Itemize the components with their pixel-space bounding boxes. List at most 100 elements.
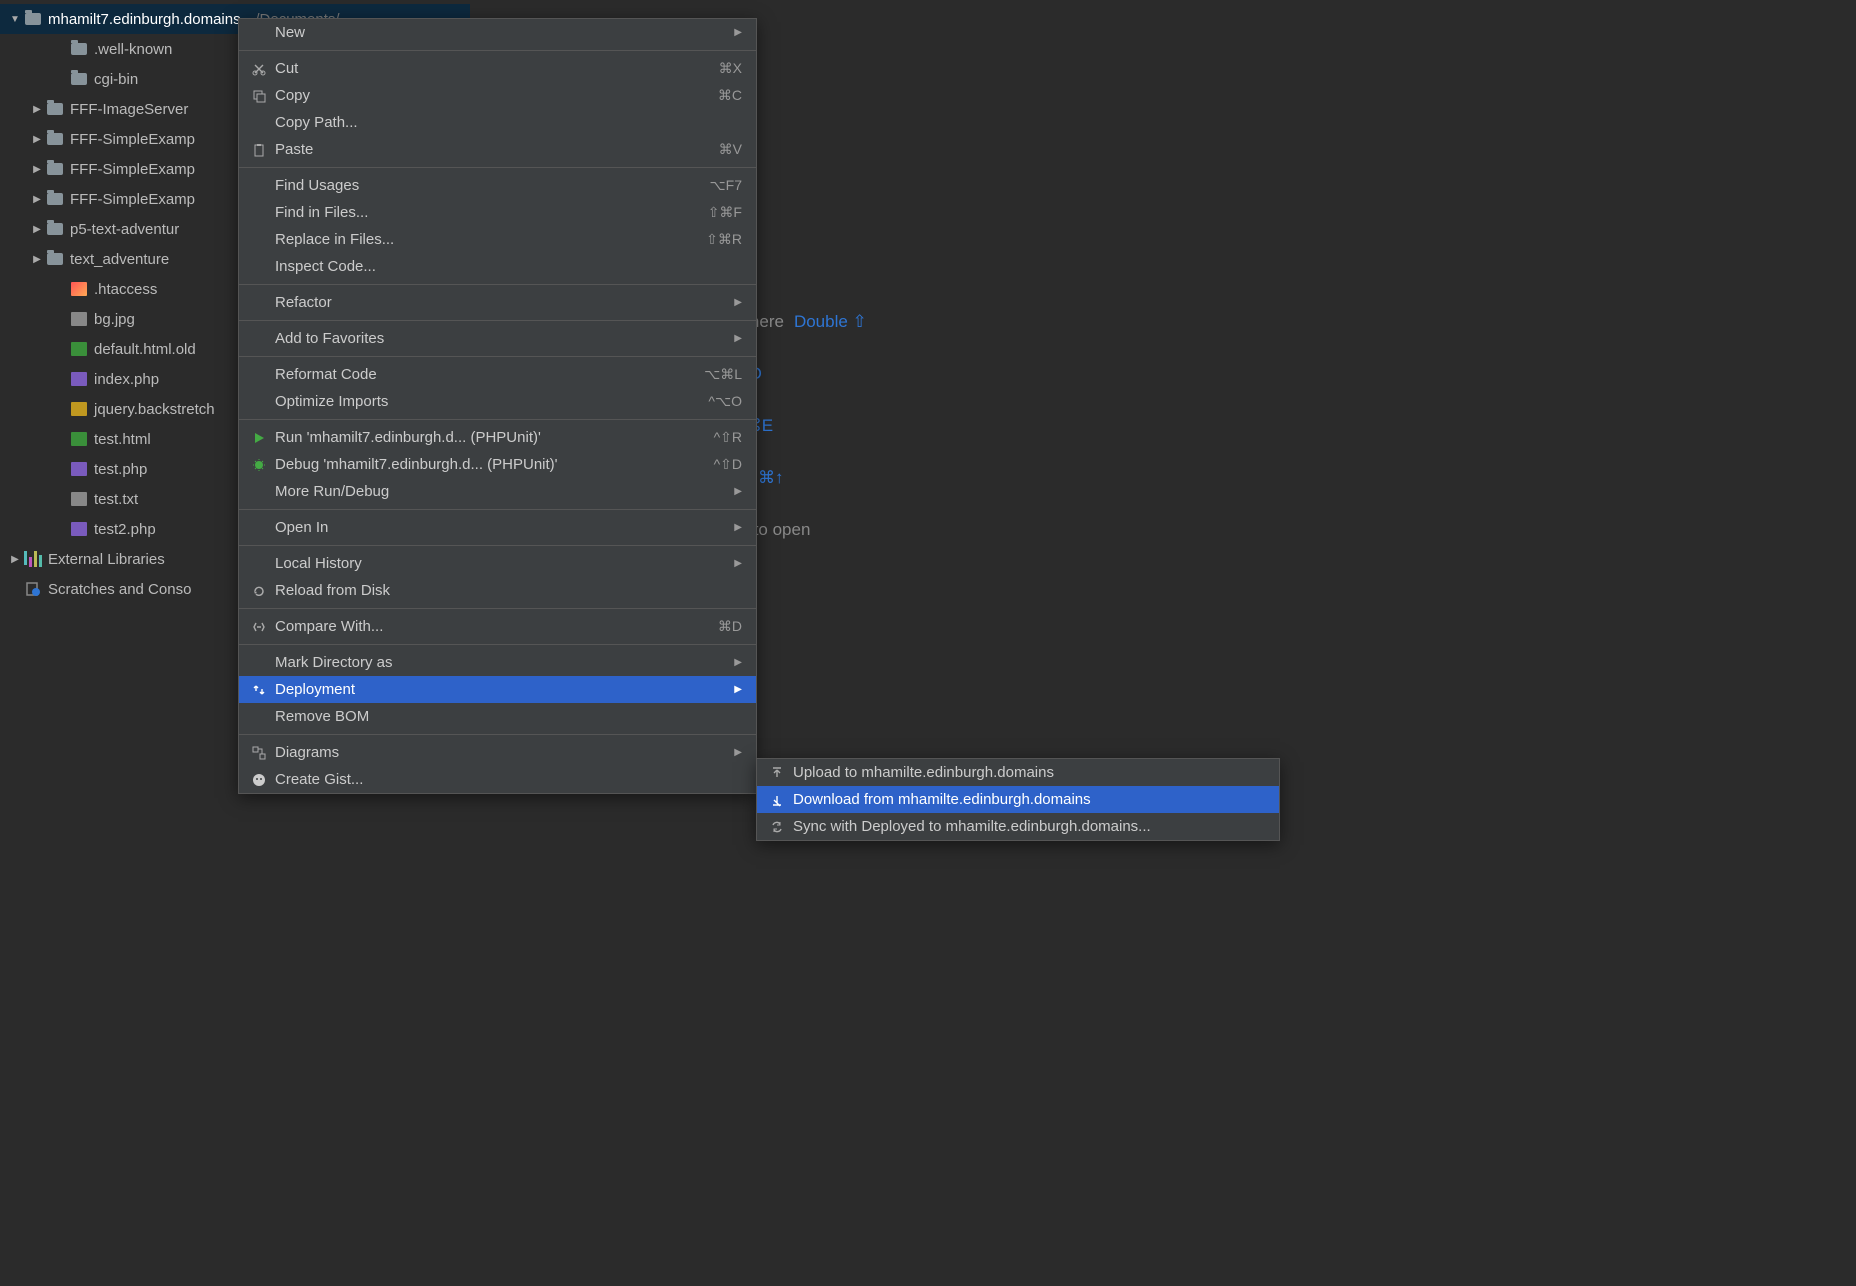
submenu-arrow-icon: ▶ — [734, 747, 742, 758]
menu-item[interactable]: Optimize Imports^⌥O — [239, 388, 756, 415]
menu-item-label: Create Gist... — [275, 771, 742, 788]
menu-shortcut: ^⇧R — [714, 429, 742, 446]
folder-icon — [24, 10, 42, 28]
cut-icon — [249, 62, 269, 76]
menu-shortcut: ⌘X — [719, 60, 742, 77]
menu-item[interactable]: Refactor▶ — [239, 289, 756, 316]
upload-icon — [767, 766, 787, 780]
menu-shortcut: ⇧⌘F — [708, 204, 742, 221]
copy-icon — [249, 89, 269, 103]
menu-item[interactable]: Reformat Code⌥⌘L — [239, 361, 756, 388]
menu-item-label: Paste — [275, 141, 719, 158]
menu-item[interactable]: Cut⌘X — [239, 55, 756, 82]
menu-item[interactable]: Add to Favorites▶ — [239, 325, 756, 352]
menu-item-label: Run 'mhamilt7.edinburgh.d... (PHPUnit)' — [275, 429, 714, 446]
debug-icon — [249, 458, 269, 472]
folder-icon — [46, 100, 64, 118]
file-icon — [70, 400, 88, 418]
context-menu: New▶Cut⌘XCopy⌘CCopy Path...Paste⌘VFind U… — [238, 18, 757, 794]
menu-item[interactable]: Replace in Files...⇧⌘R — [239, 226, 756, 253]
menu-item-label: Mark Directory as — [275, 654, 734, 671]
menu-item-label: Cut — [275, 60, 719, 77]
chevron-right-icon: ▶ — [8, 554, 22, 565]
submenu-item[interactable]: Upload to mhamilte.edinburgh.domains — [757, 759, 1279, 786]
chevron-right-icon: ▶ — [30, 224, 44, 235]
menu-item[interactable]: Compare With...⌘D — [239, 613, 756, 640]
menu-item-label: Reformat Code — [275, 366, 704, 383]
menu-item[interactable]: Find in Files...⇧⌘F — [239, 199, 756, 226]
submenu-arrow-icon: ▶ — [734, 522, 742, 533]
folder-icon — [70, 70, 88, 88]
shortcut: ⌘↑ — [758, 468, 784, 487]
folder-icon — [46, 130, 64, 148]
menu-item[interactable]: Paste⌘V — [239, 136, 756, 163]
run-icon — [249, 432, 269, 444]
menu-shortcut: ⌥⌘L — [704, 366, 742, 383]
submenu-arrow-icon: ▶ — [734, 297, 742, 308]
menu-item-label: Replace in Files... — [275, 231, 706, 248]
root-label: mhamilt7.edinburgh.domains — [48, 11, 241, 28]
tree-item-label: .well-known — [94, 41, 172, 58]
menu-item[interactable]: Inspect Code... — [239, 253, 756, 280]
menu-item-label: Local History — [275, 555, 734, 572]
submenu-arrow-icon: ▶ — [734, 657, 742, 668]
submenu-item-label: Sync with Deployed to mhamilte.edinburgh… — [793, 818, 1265, 835]
folder-icon — [46, 190, 64, 208]
menu-item-label: Copy — [275, 87, 718, 104]
menu-item[interactable]: More Run/Debug▶ — [239, 478, 756, 505]
menu-item[interactable]: Local History▶ — [239, 550, 756, 577]
chevron-right-icon: ▶ — [30, 254, 44, 265]
menu-item[interactable]: Mark Directory as▶ — [239, 649, 756, 676]
chevron-right-icon: ▶ — [30, 134, 44, 145]
menu-item-label: Deployment — [275, 681, 734, 698]
menu-shortcut: ⌘D — [718, 618, 742, 635]
menu-shortcut: ⌥F7 — [710, 177, 742, 194]
menu-item-label: Optimize Imports — [275, 393, 708, 410]
menu-item-label: Compare With... — [275, 618, 718, 635]
tree-item-label: bg.jpg — [94, 311, 135, 328]
folder-icon — [70, 40, 88, 58]
submenu-arrow-icon: ▶ — [734, 684, 742, 695]
menu-item-label: Find in Files... — [275, 204, 708, 221]
tree-item-label: cgi-bin — [94, 71, 138, 88]
menu-item[interactable]: New▶ — [239, 19, 756, 46]
menu-item-label: Refactor — [275, 294, 734, 311]
menu-item[interactable]: Remove BOM — [239, 703, 756, 730]
tree-item-label: test.html — [94, 431, 151, 448]
menu-item[interactable]: Debug 'mhamilt7.edinburgh.d... (PHPUnit)… — [239, 451, 756, 478]
file-icon — [70, 340, 88, 358]
submenu-arrow-icon: ▶ — [734, 558, 742, 569]
paste-icon — [249, 143, 269, 157]
menu-item[interactable]: Diagrams▶ — [239, 739, 756, 766]
file-icon — [70, 490, 88, 508]
libraries-icon — [24, 550, 42, 568]
menu-item-label: Diagrams — [275, 744, 734, 761]
menu-item[interactable]: Find Usages⌥F7 — [239, 172, 756, 199]
menu-item-label: Open In — [275, 519, 734, 536]
menu-item[interactable]: Reload from Disk — [239, 577, 756, 604]
tree-item-label: p5-text-adventur — [70, 221, 179, 238]
menu-item-label: Debug 'mhamilt7.edinburgh.d... (PHPUnit)… — [275, 456, 714, 473]
submenu-item[interactable]: Download from mhamilte.edinburgh.domains — [757, 786, 1279, 813]
menu-item[interactable]: Copy Path... — [239, 109, 756, 136]
tree-item-label: jquery.backstretch — [94, 401, 215, 418]
reload-icon — [249, 584, 269, 598]
menu-item[interactable]: Create Gist... — [239, 766, 756, 793]
menu-item[interactable]: Copy⌘C — [239, 82, 756, 109]
tree-item-label: test.txt — [94, 491, 138, 508]
download-icon — [767, 793, 787, 807]
submenu-item[interactable]: Sync with Deployed to mhamilte.edinburgh… — [757, 813, 1279, 840]
menu-item[interactable]: Deployment▶ — [239, 676, 756, 703]
tree-item-label: FFF-ImageServer — [70, 101, 188, 118]
menu-item[interactable]: Run 'mhamilt7.edinburgh.d... (PHPUnit)'^… — [239, 424, 756, 451]
tree-item-label: default.html.old — [94, 341, 196, 358]
tree-item-label: text_adventure — [70, 251, 169, 268]
menu-shortcut: ⌘V — [719, 141, 742, 158]
menu-shortcut: ⌘C — [718, 87, 742, 104]
menu-shortcut: ^⌥O — [708, 393, 742, 410]
diagram-icon — [249, 746, 269, 760]
submenu-arrow-icon: ▶ — [734, 333, 742, 344]
file-icon — [70, 310, 88, 328]
menu-item-label: Inspect Code... — [275, 258, 742, 275]
menu-item[interactable]: Open In▶ — [239, 514, 756, 541]
